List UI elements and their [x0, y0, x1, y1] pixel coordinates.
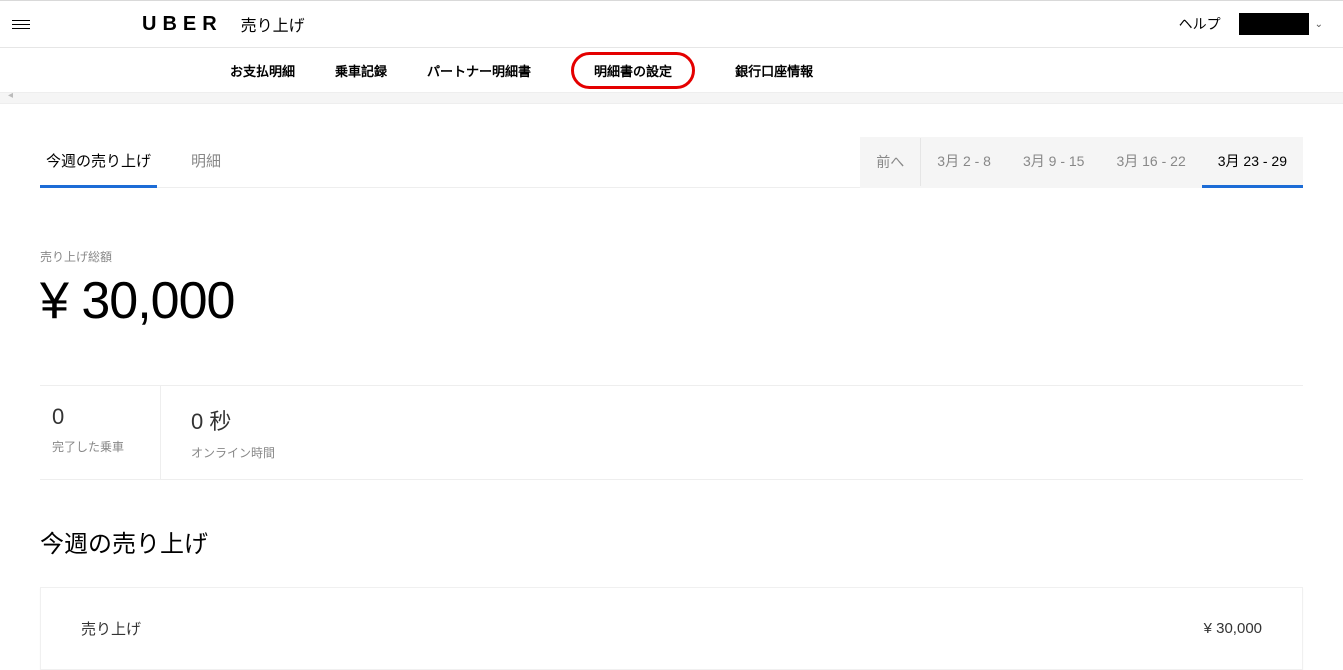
- nav-partner-statements[interactable]: パートナー明細書: [427, 61, 531, 80]
- stat-online-time: 0 秒 オンライン時間: [161, 386, 311, 479]
- nav-trip-history[interactable]: 乗車記録: [335, 61, 387, 80]
- date-range-1[interactable]: 3月 9 - 15: [1007, 137, 1100, 188]
- stat-completed-trips: 0 完了した乗車: [40, 386, 161, 479]
- chevron-down-icon: ⌄: [1315, 19, 1323, 30]
- nav-statement-settings[interactable]: 明細書の設定: [571, 52, 695, 89]
- tab-details[interactable]: 明細: [185, 136, 227, 188]
- nav-bank-info[interactable]: 銀行口座情報: [735, 61, 813, 80]
- total-label: 売り上げ総額: [40, 248, 1303, 265]
- earnings-card-amount: ¥ 30,000: [1204, 620, 1262, 637]
- stat-online-label: オンライン時間: [191, 444, 275, 461]
- tab-weekly-earnings[interactable]: 今週の売り上げ: [40, 136, 157, 188]
- date-range-tabs: 前へ 3月 2 - 8 3月 9 - 15 3月 16 - 22 3月 23 -…: [860, 137, 1303, 188]
- menu-icon[interactable]: [12, 20, 30, 29]
- date-range-0[interactable]: 3月 2 - 8: [921, 137, 1007, 188]
- help-link[interactable]: ヘルプ: [1179, 14, 1221, 34]
- page-title: 売り上げ: [241, 12, 305, 36]
- totals-block: 売り上げ総額 ¥ 30,000: [40, 248, 1303, 331]
- stat-completed-label: 完了した乗車: [52, 438, 124, 455]
- stats-row: 0 完了した乗車 0 秒 オンライン時間: [40, 385, 1303, 480]
- section-title: 今週の売り上げ: [40, 524, 1303, 559]
- thin-strip: [0, 92, 1343, 104]
- stat-online-value: 0 秒: [191, 404, 275, 436]
- tabs-row: 今週の売り上げ 明細 前へ 3月 2 - 8 3月 9 - 15 3月 16 -…: [40, 136, 1303, 188]
- nav-payment-details[interactable]: お支払明細: [230, 61, 295, 80]
- stat-completed-value: 0: [52, 404, 124, 430]
- uber-logo[interactable]: UBER: [142, 13, 223, 36]
- date-range-3[interactable]: 3月 23 - 29: [1202, 137, 1303, 188]
- profile-menu[interactable]: ⌄: [1239, 13, 1323, 35]
- sub-nav: お支払明細 乗車記録 パートナー明細書 明細書の設定 銀行口座情報: [0, 48, 1343, 92]
- earnings-card-label: 売り上げ: [81, 618, 141, 639]
- date-range-2[interactable]: 3月 16 - 22: [1100, 137, 1201, 188]
- date-prev[interactable]: 前へ: [860, 138, 921, 186]
- earnings-card: 売り上げ ¥ 30,000: [40, 587, 1303, 670]
- profile-avatar: [1239, 13, 1309, 35]
- total-amount: ¥ 30,000: [40, 271, 1303, 331]
- top-bar: UBER 売り上げ ヘルプ ⌄: [0, 0, 1343, 48]
